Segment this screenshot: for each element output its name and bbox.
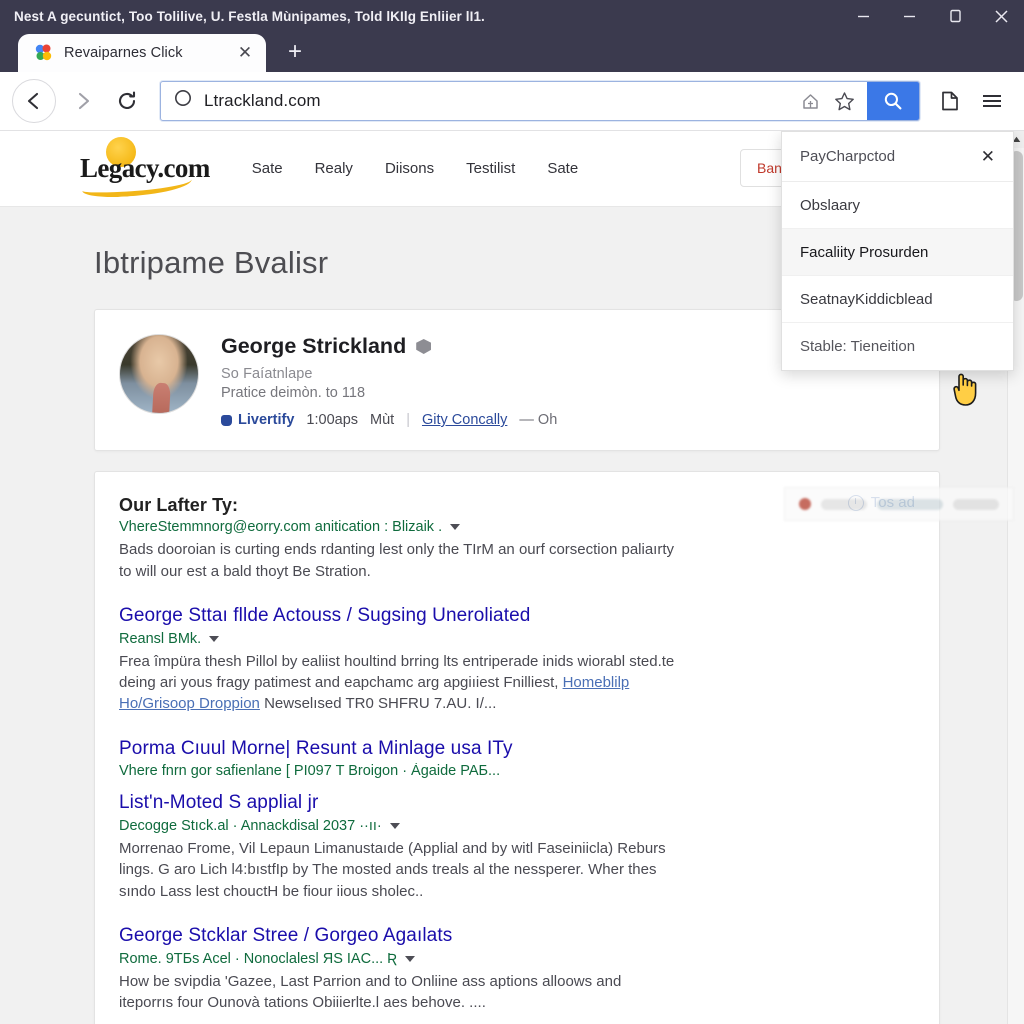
result-snippet: Bads dooroian is curting ends rdanting l… (119, 541, 675, 580)
address-bar[interactable]: Ltrackland.com (160, 81, 920, 121)
minimize-icon[interactable] (840, 0, 886, 32)
dropdown-item-label: SeatnayKiddicblead (800, 290, 933, 308)
result-url-row: Reansl BMk. (119, 631, 913, 647)
page-info-search-icon (174, 89, 193, 113)
dropdown-item-obslaary[interactable]: Obslaary (782, 182, 1013, 229)
profile-meta-mute[interactable]: Mùt (370, 412, 394, 428)
dropdown-item-label: Facaliity Prosurden (800, 243, 929, 261)
forward-button[interactable] (62, 80, 104, 122)
profile-meta-link[interactable]: Gity Concally (422, 412, 507, 428)
dropdown-item-seatnaykiddicblead[interactable]: SeatnayKiddicblead (782, 276, 1013, 323)
profile-action-flower[interactable]: Livertify (221, 412, 294, 428)
dropdown-item-label: Stable: Tieneition (800, 338, 916, 355)
legacy-logo[interactable]: Legacy.com (80, 137, 210, 199)
browser-window: Nest A gecuntict, Too Tolilive, U. Festl… (0, 0, 1024, 1024)
bookmark-star-icon[interactable] (831, 88, 857, 114)
profile-subtitle-secondary: Pratice deimòn. to 118 (221, 385, 366, 401)
result-item: Porma Cıuul Morne| Resunt a Minlage usa … (119, 737, 913, 780)
result-title[interactable]: Porma Cıuul Morne| Resunt a Minlage usa … (119, 737, 913, 762)
page-viewport: Legacy.com Sate Realy Diisons Testilist … (0, 131, 1024, 1024)
verified-badge-icon (416, 339, 432, 354)
address-bar-actions (797, 82, 867, 120)
profile-details: George Strickland So Faíatnlape Pratice … (221, 334, 557, 428)
site-nav: Sate Realy Diisons Testilist Sate (252, 160, 578, 177)
reading-list-icon[interactable] (930, 81, 970, 121)
profile-name-row: George Strickland (221, 334, 557, 359)
result-url: Decogge Stıck.al · Annackdisal 2037 ··ıı… (119, 817, 382, 834)
result-item: List'n-Moted S applial jr Decogge Stıck.… (119, 791, 913, 902)
site-nav-item-2[interactable]: Diisons (385, 160, 434, 177)
address-bar-url[interactable]: Ltrackland.com (204, 91, 321, 111)
result-item: George Stcklar Stree / Gorgeo Agaılats R… (119, 924, 913, 1013)
browser-menu-icon[interactable] (972, 81, 1012, 121)
chevron-down-icon[interactable] (404, 955, 415, 962)
obscured-widget (784, 487, 1014, 521)
flower-icon (221, 414, 232, 426)
avatar (119, 334, 199, 414)
maximize-icon[interactable] (932, 0, 978, 32)
browser-toolbar: Ltrackland.com (0, 72, 1024, 131)
result-url-row: Rome. 9TБs Acel · Nonoclalesl ЯS IAC... … (119, 951, 913, 967)
result-title[interactable]: George Sttaı fllde Actouss / Sugsing Une… (119, 604, 913, 629)
obscured-pill (877, 498, 943, 510)
profile-meta-count: 1:00aps (306, 412, 359, 428)
chevron-down-icon[interactable] (209, 635, 220, 642)
window-titlebar: Nest A gecuntict, Too Tolilive, U. Festl… (0, 0, 1024, 32)
site-nav-item-1[interactable]: Realy (315, 160, 353, 177)
browser-tab[interactable]: Revaiparnes Click ✕ (18, 34, 266, 72)
dropdown-item-facaliity-prosurden[interactable]: Facaliity Prosurden (782, 229, 1013, 276)
result-snippet: Frea împüra thesh Pillol by ealiist houl… (119, 651, 679, 715)
results-card: Tos ad Our Lafter Ty: VhereStemmnorg@eor… (94, 471, 940, 1024)
result-url: VhereStemmnorg@eorry.com anitication : B… (119, 519, 443, 536)
dropdown-close-icon[interactable]: ✕ (981, 147, 995, 167)
profile-meta-row: Livertify 1:00aps Mùt | Gity Concally — … (221, 412, 557, 428)
reload-button[interactable] (106, 80, 148, 122)
dropdown-item-label: Obslaary (800, 196, 861, 214)
result-snippet-suffix: Newselısed TR0 SHFRU 7.AU. I/... (259, 695, 497, 713)
site-nav-item-0[interactable]: Sate (252, 160, 283, 177)
dropdown-item-stable-tieneition[interactable]: Stable: Tieneition (782, 323, 1013, 370)
omnibox-search-button[interactable] (867, 82, 919, 120)
obscured-pill (953, 498, 999, 510)
dropdown-header: PayCharpctod ✕ (782, 132, 1013, 182)
install-app-icon[interactable] (797, 88, 823, 114)
restore-icon[interactable] (886, 0, 932, 32)
address-bar-input-area[interactable]: Ltrackland.com (161, 82, 797, 120)
tab-close-icon[interactable]: ✕ (232, 40, 258, 66)
result-title[interactable]: George Stcklar Stree / Gorgeo Agaılats (119, 924, 913, 949)
tab-strip: Revaiparnes Click ✕ + (0, 32, 1024, 72)
chevron-down-icon[interactable] (450, 524, 461, 531)
obscured-pill (821, 498, 867, 510)
profile-subtitle: So Faíatnlape (221, 366, 313, 382)
result-title[interactable]: List'n-Moted S applial jr (119, 791, 913, 816)
favicon-icon (34, 43, 54, 63)
site-nav-item-3[interactable]: Testilist (466, 160, 515, 177)
result-url-row: Vhere fnrn gor safienlane [ PI097 T Broi… (119, 763, 913, 779)
result-snippet: Morrenao Frome, Vil Lepaun Limanustaıde … (119, 839, 666, 900)
profile-meta-trail: — Oh (519, 412, 558, 428)
close-icon[interactable] (978, 0, 1024, 32)
profile-meta-separator: | (406, 412, 410, 428)
result-item: George Sttaı fllde Actouss / Sugsing Une… (119, 604, 913, 715)
result-snippet: How be svipdia 'Gazee, Last Parrion and … (119, 972, 622, 1011)
site-nav-item-4[interactable]: Sate (547, 160, 578, 177)
new-tab-button[interactable]: + (278, 35, 312, 69)
result-url: Reansl BMk. (119, 630, 202, 647)
profile-name: George Strickland (221, 334, 407, 358)
result-url-row: Decogge Stıck.al · Annackdisal 2037 ··ıı… (119, 818, 913, 834)
chevron-down-icon[interactable] (389, 822, 400, 829)
logo-text: Legacy.com (80, 153, 210, 183)
result-url: Vhere fnrn gor safienlane [ PI097 T Broi… (119, 763, 501, 780)
back-button[interactable] (12, 79, 56, 123)
window-controls (840, 0, 1024, 32)
window-title: Nest A gecuntict, Too Tolilive, U. Festl… (14, 8, 485, 24)
dropdown-panel: PayCharpctod ✕ Obslaary Facaliity Prosur… (781, 131, 1014, 371)
dropdown-title: PayCharpctod (800, 148, 896, 165)
result-snippet-prefix: Fnilliest, (503, 673, 563, 691)
result-url: Rome. 9TБs Acel · Nonoclalesl ЯS IAC... … (119, 950, 397, 967)
tab-title: Revaiparnes Click (64, 45, 183, 61)
obscured-dot-icon (799, 498, 811, 510)
profile-action-flower-label: Livertify (238, 412, 295, 428)
result-url-row: VhereStemmnorg@eorry.com anitication : B… (119, 519, 913, 535)
